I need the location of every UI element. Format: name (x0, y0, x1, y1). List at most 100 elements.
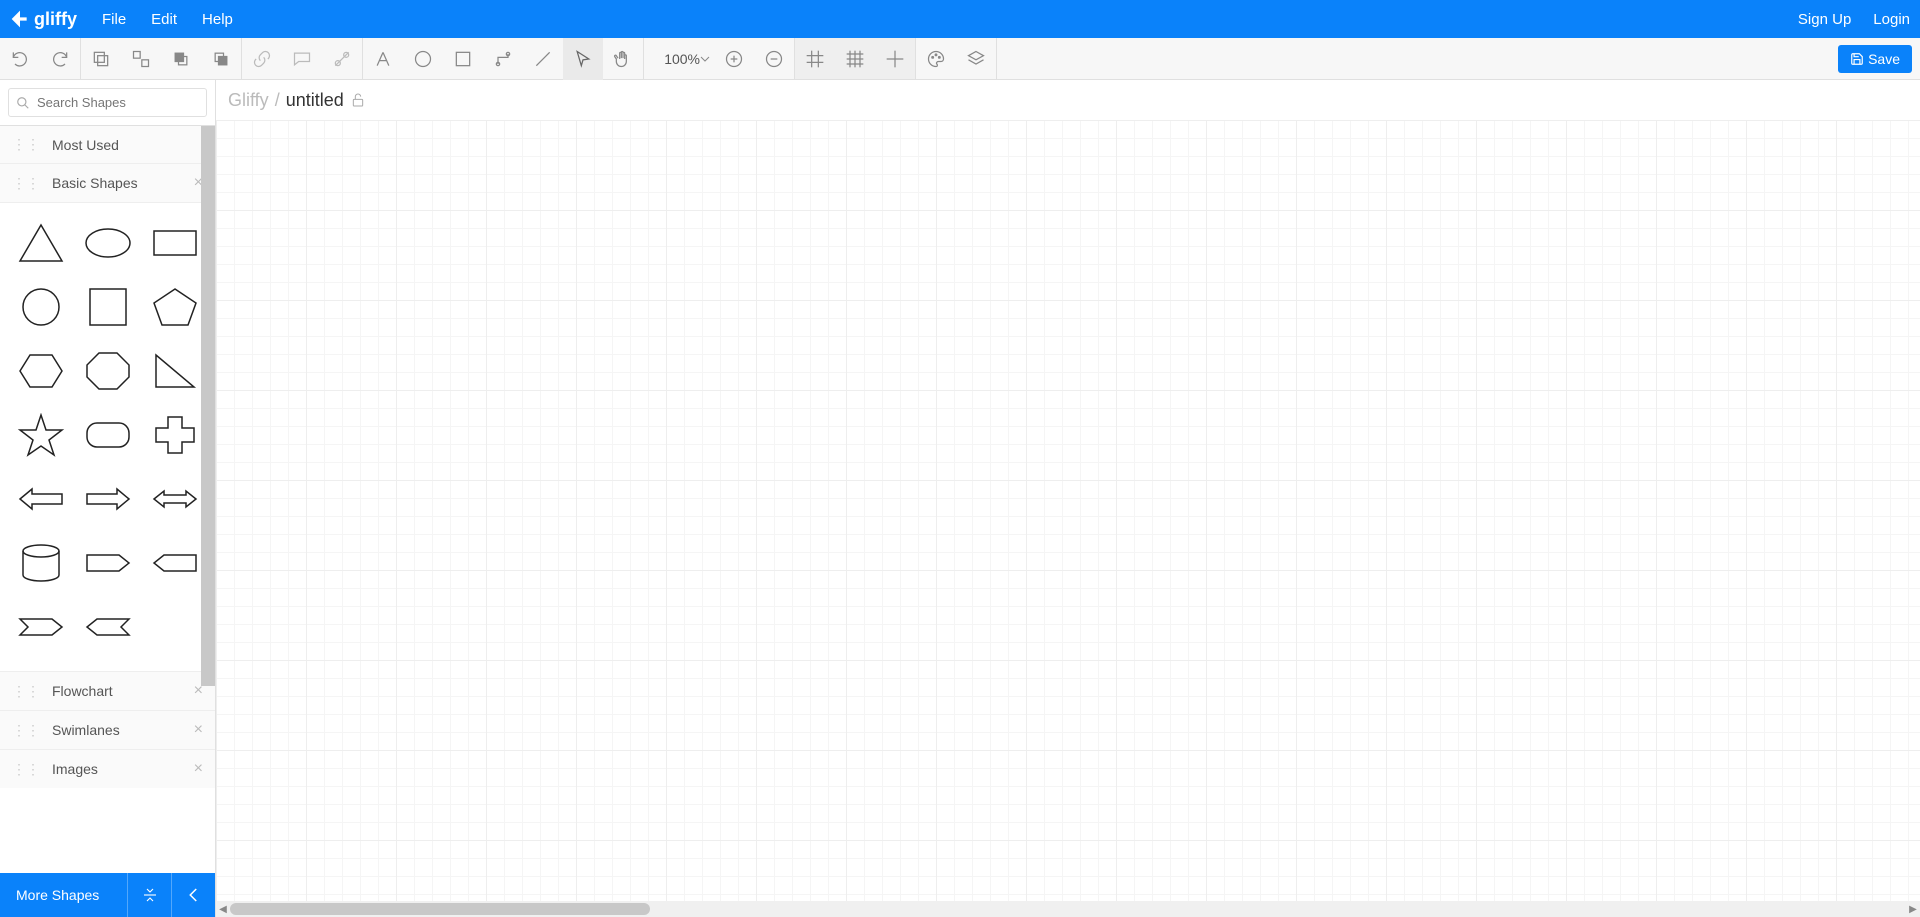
shape-hexagon[interactable] (12, 347, 69, 395)
menu-edit[interactable]: Edit (151, 11, 177, 28)
rounded-rectangle-icon (83, 413, 133, 457)
horizontal-scrollbar[interactable]: ◀ ▶ (216, 901, 1920, 917)
line-tool[interactable] (523, 38, 563, 80)
shape-tag-left[interactable] (146, 539, 203, 587)
shape-arrow-left[interactable] (12, 475, 69, 523)
layers-button[interactable] (956, 38, 996, 80)
scroll-left-button[interactable]: ◀ (216, 901, 230, 917)
plus-circle-icon (724, 49, 744, 69)
comment-button[interactable] (282, 38, 322, 80)
text-tool[interactable] (363, 38, 403, 80)
panel-flowchart[interactable]: ⋮⋮ Flowchart × (0, 672, 215, 711)
shape-ellipse[interactable] (79, 219, 136, 267)
basic-shapes-grid (0, 203, 215, 672)
collapse-sidebar-button[interactable] (171, 873, 215, 917)
unlink-icon (332, 49, 352, 69)
save-button[interactable]: Save (1838, 45, 1912, 73)
minus-circle-icon (764, 49, 784, 69)
group-button[interactable] (121, 38, 161, 80)
shape-triangle[interactable] (12, 219, 69, 267)
collapse-vertical-button[interactable] (127, 873, 171, 917)
panel-swimlanes[interactable]: ⋮⋮ Swimlanes × (0, 711, 215, 750)
shape-right-triangle[interactable] (146, 347, 203, 395)
zoom-out-button[interactable] (754, 38, 794, 80)
shape-tag-right[interactable] (79, 539, 136, 587)
sidebar: ⋮⋮ Most Used ⋮⋮ Basic Shapes × ⋮⋮ Flowch… (0, 80, 216, 917)
arrow-right-icon (83, 477, 133, 521)
grid-snap-icon (805, 49, 825, 69)
send-back-button[interactable] (201, 38, 241, 80)
pan-tool[interactable] (603, 38, 643, 80)
tag-right-icon (83, 541, 133, 585)
snap-grid-button[interactable] (795, 38, 835, 80)
square-icon (83, 285, 133, 329)
more-shapes-button[interactable]: More Shapes (0, 887, 127, 903)
circle-tool[interactable] (403, 38, 443, 80)
menu-file[interactable]: File (102, 11, 126, 28)
chevron-right-icon (16, 605, 66, 649)
main-menu: File Edit Help (102, 11, 233, 28)
panel-basic-shapes[interactable]: ⋮⋮ Basic Shapes × (0, 164, 215, 203)
lock-open-icon[interactable] (350, 92, 366, 108)
scroll-right-button[interactable]: ▶ (1906, 901, 1920, 917)
circle-icon (16, 285, 66, 329)
shape-square[interactable] (79, 283, 136, 331)
save-icon (1850, 52, 1864, 66)
canvas[interactable] (216, 120, 1920, 901)
panel-images[interactable]: ⋮⋮ Images × (0, 750, 215, 788)
logo[interactable]: gliffy (10, 9, 77, 30)
pentagon-icon (150, 285, 200, 329)
close-icon[interactable]: × (194, 760, 203, 778)
menu-help[interactable]: Help (202, 11, 233, 28)
shape-arrow-right[interactable] (79, 475, 136, 523)
line-icon (533, 49, 553, 69)
redo-button[interactable] (40, 38, 80, 80)
close-icon[interactable]: × (194, 721, 203, 739)
palette-icon (926, 49, 946, 69)
shape-chevron-right[interactable] (12, 603, 69, 651)
zoom-in-button[interactable] (714, 38, 754, 80)
rectangle-icon (150, 221, 200, 265)
panel-list: ⋮⋮ Most Used ⋮⋮ Basic Shapes × ⋮⋮ Flowch… (0, 126, 215, 873)
pointer-tool[interactable] (563, 38, 603, 80)
shape-rounded-rectangle[interactable] (79, 411, 136, 459)
search-input[interactable] (8, 88, 207, 117)
chevron-down-icon (700, 54, 710, 64)
signup-link[interactable]: Sign Up (1798, 11, 1851, 28)
link-button[interactable] (242, 38, 282, 80)
rect-tool[interactable] (443, 38, 483, 80)
copy-button[interactable] (81, 38, 121, 80)
redo-icon (50, 49, 70, 69)
grid-button[interactable] (835, 38, 875, 80)
sidebar-scrollbar[interactable] (201, 126, 215, 686)
shape-arrow-both[interactable] (146, 475, 203, 523)
unlink-button[interactable] (322, 38, 362, 80)
plus-icon (150, 413, 200, 457)
zoom-input[interactable] (648, 51, 700, 67)
undo-button[interactable] (0, 38, 40, 80)
breadcrumb-root[interactable]: Gliffy (228, 90, 269, 111)
hexagon-icon (16, 349, 66, 393)
document-title[interactable]: untitled (286, 90, 344, 111)
shape-cylinder[interactable] (12, 539, 69, 587)
bring-front-button[interactable] (161, 38, 201, 80)
shape-octagon[interactable] (79, 347, 136, 395)
scroll-thumb[interactable] (230, 903, 650, 915)
panel-most-used[interactable]: ⋮⋮ Most Used (0, 126, 215, 164)
chevron-left-icon (185, 886, 203, 904)
shape-star[interactable] (12, 411, 69, 459)
save-label: Save (1868, 51, 1900, 67)
zoom-level[interactable] (644, 51, 714, 67)
shape-rectangle[interactable] (146, 219, 203, 267)
shape-circle[interactable] (12, 283, 69, 331)
shape-plus[interactable] (146, 411, 203, 459)
shape-pentagon[interactable] (146, 283, 203, 331)
theme-button[interactable] (916, 38, 956, 80)
shape-chevron-left[interactable] (79, 603, 136, 651)
panel-label: Flowchart (52, 683, 113, 699)
guides-button[interactable] (875, 38, 915, 80)
connector-tool[interactable] (483, 38, 523, 80)
login-link[interactable]: Login (1873, 11, 1910, 28)
connector-icon (493, 49, 513, 69)
crosshair-icon (885, 49, 905, 69)
